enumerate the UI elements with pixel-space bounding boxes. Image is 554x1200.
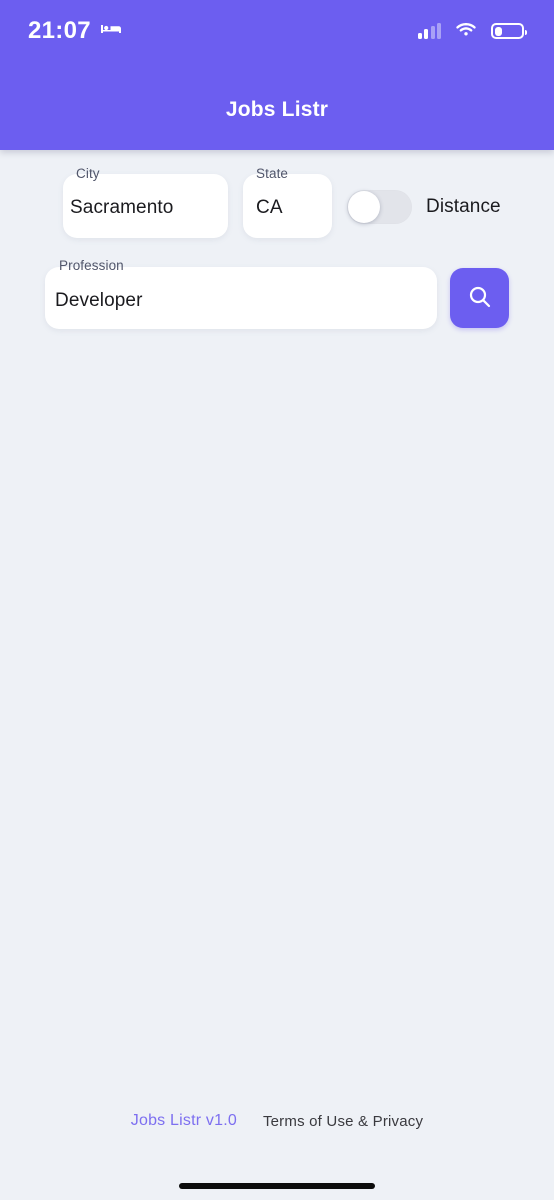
bed-icon <box>100 22 122 41</box>
state-field-label: State <box>256 166 289 181</box>
footer-version-link[interactable]: Jobs Listr v1.0 <box>131 1112 237 1130</box>
distance-toggle-group[interactable]: Distance <box>347 190 501 224</box>
state-field-value[interactable]: CA <box>256 198 283 217</box>
wifi-icon <box>455 21 477 42</box>
status-bar-clock: 21:07 <box>28 17 91 44</box>
distance-toggle-label: Distance <box>426 196 501 217</box>
battery-level-fill <box>494 26 502 36</box>
cellular-signal-icon <box>417 23 441 39</box>
distance-toggle-knob[interactable] <box>348 191 380 223</box>
distance-toggle[interactable] <box>347 190 412 224</box>
profession-field-value[interactable]: Developer <box>55 291 143 310</box>
app-header: 21:07 Jobs Listr <box>0 0 554 150</box>
footer-terms-link[interactable]: Terms of Use & Privacy <box>263 1113 423 1130</box>
status-bar: 21:07 <box>0 0 554 62</box>
search-icon <box>467 284 493 313</box>
city-field-value[interactable]: Sacramento <box>70 198 173 217</box>
battery-icon <box>491 23 527 39</box>
search-button[interactable] <box>450 268 509 328</box>
status-bar-right <box>417 21 527 42</box>
main-content: City Sacramento State CA Distance Profes… <box>0 150 554 1200</box>
city-field-label: City <box>76 166 100 181</box>
home-indicator[interactable] <box>179 1183 375 1189</box>
page-title: Jobs Listr <box>225 98 329 121</box>
status-bar-left: 21:07 <box>28 19 122 43</box>
footer: Jobs Listr v1.0 Terms of Use & Privacy <box>0 1112 554 1130</box>
profession-field-label: Profession <box>59 258 124 273</box>
